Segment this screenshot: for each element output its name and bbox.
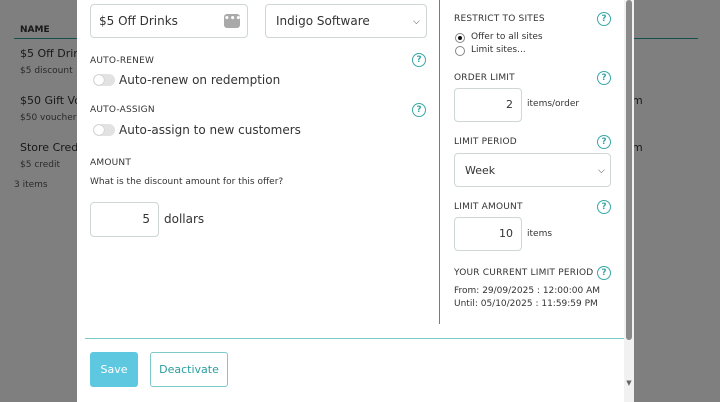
vendor-select[interactable]: Indigo Software ⌵: [265, 4, 427, 38]
offer-all-sites-radio[interactable]: [455, 33, 465, 43]
help-icon[interactable]: ?: [597, 266, 611, 280]
help-icon[interactable]: ?: [597, 71, 611, 85]
modal-scrollbar[interactable]: ▼: [624, 0, 634, 402]
amount-question: What is the discount amount for this off…: [90, 177, 284, 187]
auto-renew-label: AUTO-RENEW: [90, 56, 155, 66]
auto-renew-toggle-label[interactable]: Auto-renew on redemption: [119, 73, 280, 87]
chevron-down-icon: ⌵: [413, 17, 420, 27]
auto-assign-label: AUTO-ASSIGN: [90, 105, 155, 115]
current-limit-label: YOUR CURRENT LIMIT PERIOD: [454, 268, 594, 278]
help-icon[interactable]: ?: [597, 200, 611, 214]
deactivate-button[interactable]: Deactivate: [150, 352, 228, 387]
order-limit-unit: items/order: [527, 99, 580, 109]
order-limit-input[interactable]: 2: [454, 88, 522, 122]
more-options-icon[interactable]: •••: [224, 14, 241, 28]
offer-all-sites-label[interactable]: Offer to all sites: [471, 32, 543, 42]
restrict-sites-label: RESTRICT TO SITES: [454, 14, 545, 24]
scrollbar-thumb[interactable]: [626, 0, 632, 340]
amount-label: AMOUNT: [90, 158, 132, 168]
limit-period-label: LIMIT PERIOD: [454, 137, 517, 147]
offer-name-value: $5 Off Drinks: [99, 14, 178, 28]
limit-sites-radio[interactable]: [455, 46, 465, 56]
help-icon[interactable]: ?: [412, 103, 426, 117]
limit-sites-label[interactable]: Limit sites...: [471, 45, 526, 55]
auto-assign-toggle-label[interactable]: Auto-assign to new customers: [119, 123, 301, 137]
auto-assign-toggle[interactable]: [93, 124, 115, 136]
vendor-select-value: Indigo Software: [276, 14, 370, 28]
limit-period-value: Week: [465, 164, 496, 177]
amount-unit: dollars: [164, 212, 205, 226]
chevron-down-icon: ⌵: [598, 166, 605, 176]
amount-input[interactable]: 5: [90, 202, 159, 237]
current-limit-from: From: 29/09/2025 : 12:00:00 AM: [454, 286, 601, 296]
current-limit-until: Until: 05/10/2025 : 11:59:59 PM: [454, 299, 598, 309]
limit-period-select[interactable]: Week ⌵: [454, 153, 611, 187]
column-divider: [439, 0, 440, 324]
toggle-knob: [94, 125, 104, 135]
limit-amount-label: LIMIT AMOUNT: [454, 202, 523, 212]
auto-renew-toggle[interactable]: [93, 74, 115, 86]
footer-divider: [85, 338, 627, 339]
edit-offer-modal: $5 Off Drinks ••• Indigo Software ⌵ AUTO…: [77, 0, 634, 402]
help-icon[interactable]: ?: [597, 135, 611, 149]
scroll-down-arrow-icon[interactable]: ▼: [625, 379, 633, 387]
offer-name-field[interactable]: $5 Off Drinks •••: [90, 4, 248, 38]
help-icon[interactable]: ?: [597, 12, 611, 26]
limit-amount-unit: items: [527, 229, 553, 239]
save-button[interactable]: Save: [90, 352, 138, 387]
toggle-knob: [94, 75, 104, 85]
help-icon[interactable]: ?: [412, 53, 426, 67]
order-limit-label: ORDER LIMIT: [454, 73, 515, 83]
limit-amount-input[interactable]: 10: [454, 217, 522, 251]
